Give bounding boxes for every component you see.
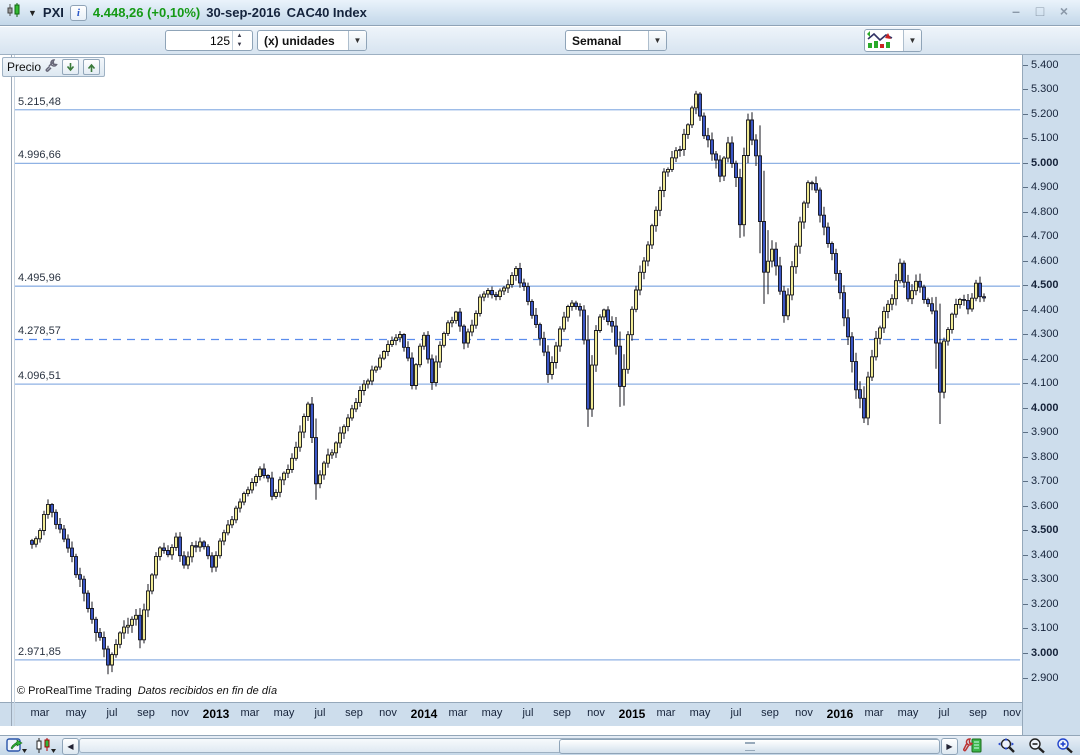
price-level-label[interactable]: 4.278,57 bbox=[17, 325, 62, 337]
trading-app-window: { "window": { "symbol": "PXI", "quote": … bbox=[0, 0, 1080, 755]
candles bbox=[31, 94, 986, 665]
price-level-label[interactable]: 4.495,96 bbox=[17, 272, 62, 284]
move-panel-up-icon[interactable] bbox=[83, 59, 100, 75]
data-provider-note: © ProRealTime Trading Datos recibidos en … bbox=[17, 685, 277, 697]
candles bbox=[35, 94, 978, 665]
price-level-label[interactable]: 5.215,48 bbox=[17, 96, 62, 108]
end-of-day-note: Datos recibidos en fin de día bbox=[138, 685, 277, 697]
wrench-icon[interactable] bbox=[45, 59, 58, 75]
candlestick-chart[interactable] bbox=[0, 0, 1080, 755]
price-level-label[interactable]: 4.096,51 bbox=[17, 370, 62, 382]
price-panel-tab[interactable]: Precio bbox=[2, 57, 105, 77]
price-panel-label: Precio bbox=[7, 60, 41, 74]
move-panel-down-icon[interactable] bbox=[62, 59, 79, 75]
candles bbox=[32, 91, 984, 674]
price-level-label[interactable]: 4.996,66 bbox=[17, 149, 62, 161]
copyright-label: © ProRealTime Trading bbox=[17, 685, 132, 697]
price-level-label[interactable]: 2.971,85 bbox=[17, 646, 62, 658]
